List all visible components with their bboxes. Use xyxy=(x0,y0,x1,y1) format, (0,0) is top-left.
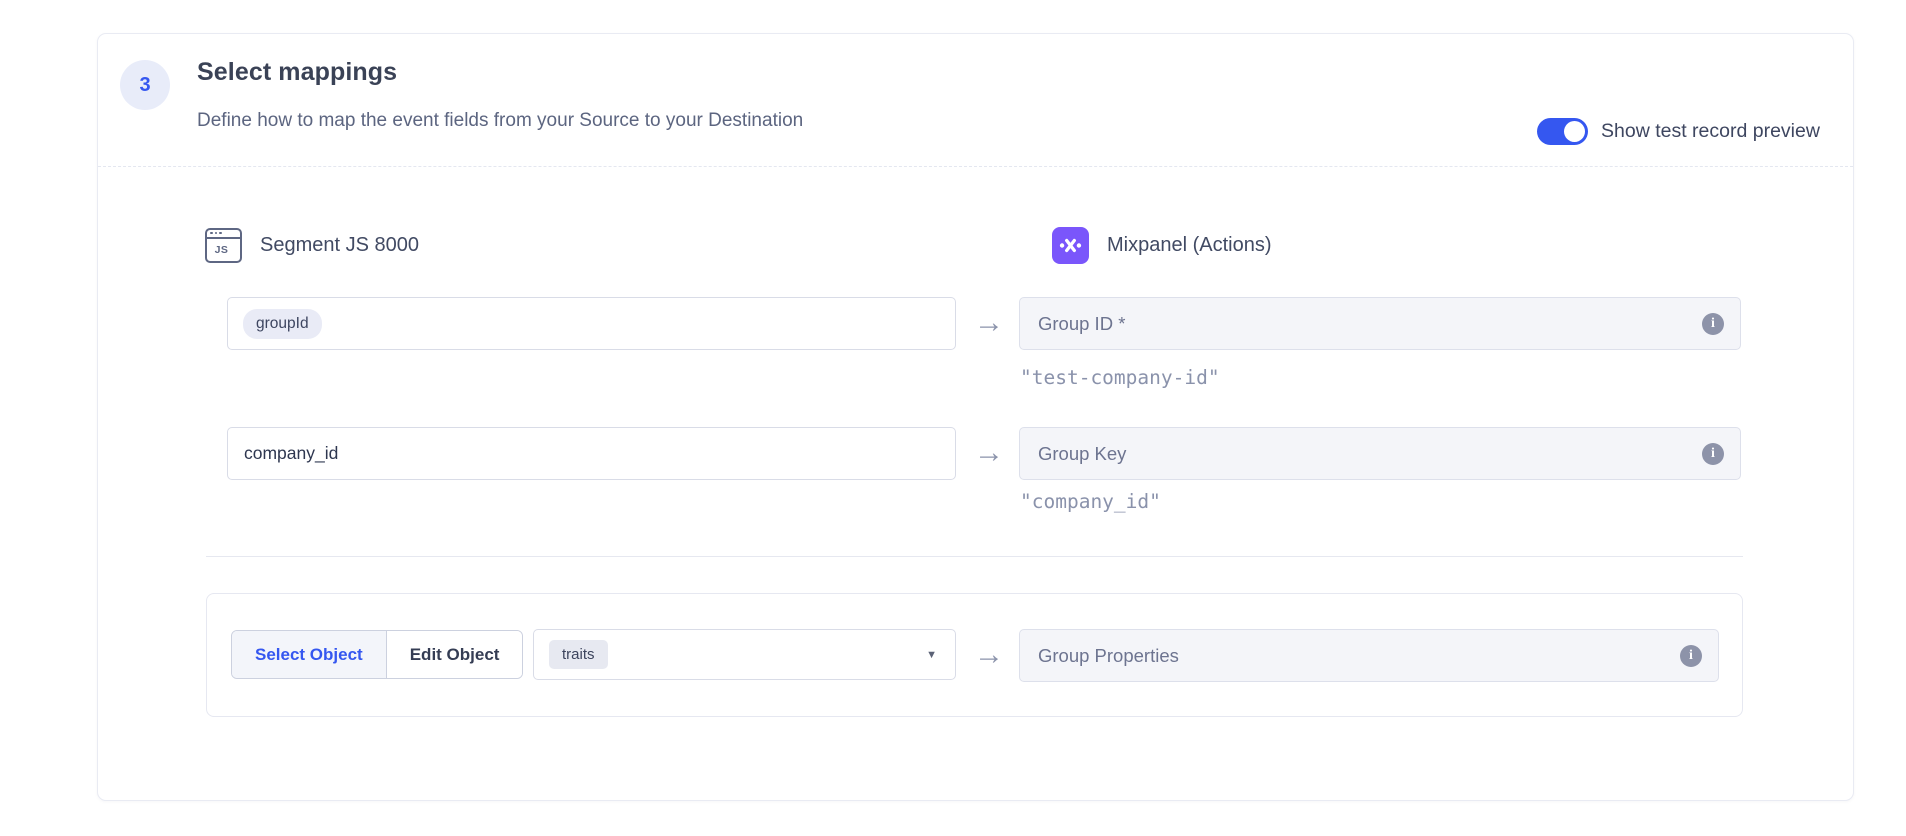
source-column-header: JS Segment JS 8000 xyxy=(205,226,419,264)
mappings-page: 3 Select mappings Define how to map the … xyxy=(0,0,1906,836)
arrow-right-icon: → xyxy=(966,305,1012,341)
destination-field-label: Group ID * xyxy=(1038,313,1125,335)
source-field-input-groupid[interactable]: groupId xyxy=(227,297,956,350)
test-preview-value: "test-company-id" xyxy=(1020,366,1220,389)
header-divider xyxy=(98,166,1853,167)
destination-field-group-properties: Group Properties i xyxy=(1019,629,1719,682)
step-number-badge: 3 xyxy=(120,60,170,110)
show-test-record-toggle[interactable] xyxy=(1537,118,1588,145)
page-title: Select mappings xyxy=(197,58,397,87)
chevron-down-icon: ▼ xyxy=(926,649,937,661)
destination-field-label: Group Properties xyxy=(1038,645,1179,667)
destination-field-group-key: Group Key i xyxy=(1019,427,1741,480)
arrow-right-icon: → xyxy=(966,637,1012,673)
destination-column-header: Mixpanel (Actions) xyxy=(1052,226,1272,264)
info-icon[interactable]: i xyxy=(1702,313,1724,335)
show-test-record-toggle-label: Show test record preview xyxy=(1601,120,1820,143)
source-token-pill[interactable]: groupId xyxy=(243,309,322,339)
test-preview-value: "company_id" xyxy=(1020,490,1161,513)
source-text-value: company_id xyxy=(244,443,338,464)
info-icon[interactable]: i xyxy=(1680,645,1702,667)
object-mode-button-group: Select Object Edit Object xyxy=(231,630,523,679)
browser-js-icon: JS xyxy=(205,228,242,263)
source-field-input-company-id[interactable]: company_id xyxy=(227,427,956,480)
info-icon[interactable]: i xyxy=(1702,443,1724,465)
object-source-select[interactable]: traits ▼ xyxy=(533,629,956,680)
destination-field-group-id: Group ID * i xyxy=(1019,297,1741,350)
destination-field-label: Group Key xyxy=(1038,443,1126,465)
source-name: Segment JS 8000 xyxy=(260,234,419,257)
destination-name: Mixpanel (Actions) xyxy=(1107,234,1272,257)
edit-object-button[interactable]: Edit Object xyxy=(387,631,523,678)
toggle-knob xyxy=(1564,121,1585,142)
select-object-button[interactable]: Select Object xyxy=(232,631,387,678)
section-divider xyxy=(206,556,1743,557)
arrow-right-icon: → xyxy=(966,435,1012,471)
mixpanel-icon xyxy=(1052,227,1089,264)
browser-titlebar-dots xyxy=(207,230,240,239)
page-subtitle: Define how to map the event fields from … xyxy=(197,110,803,132)
selected-object-token: traits xyxy=(549,640,608,669)
